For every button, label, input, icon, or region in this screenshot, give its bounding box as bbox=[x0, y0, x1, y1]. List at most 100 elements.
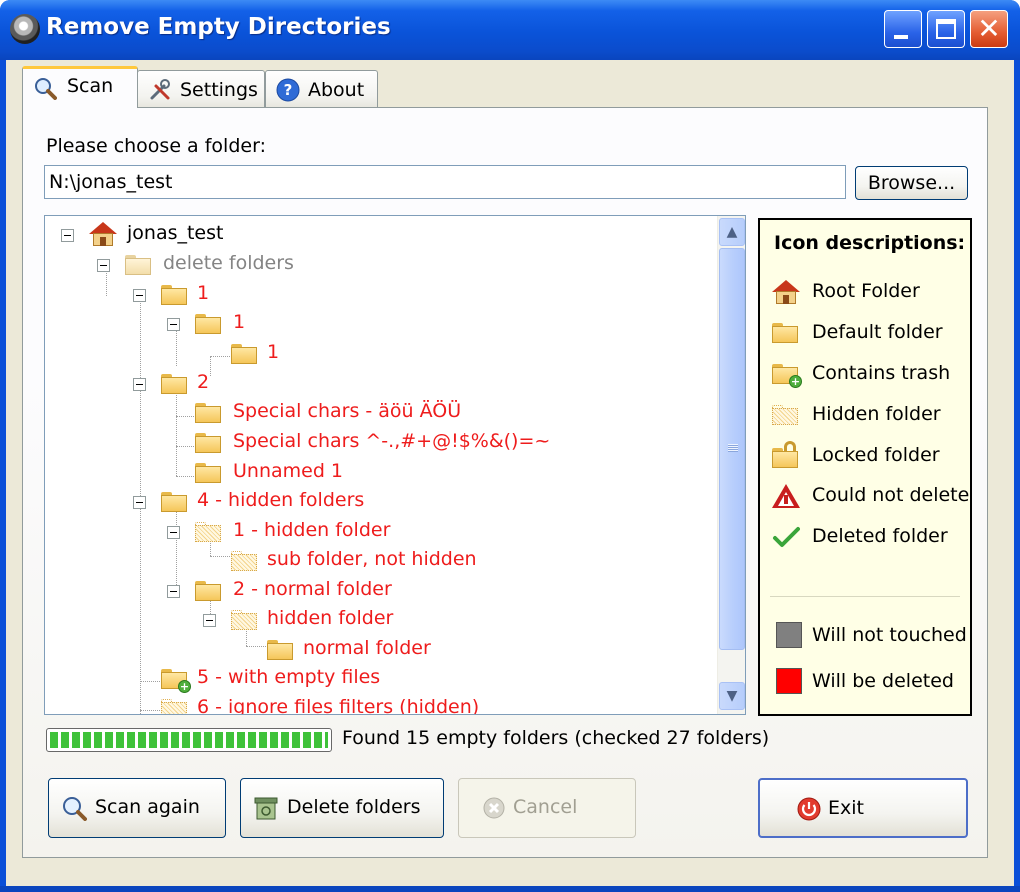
choose-folder-label: Please choose a folder: bbox=[46, 135, 266, 157]
tree-item[interactable]: Special chars ^-.,#+@!$%&()=~ bbox=[45, 428, 705, 458]
cancel-button[interactable]: Cancel bbox=[458, 778, 636, 838]
legend-color-label: Will be deleted bbox=[812, 670, 954, 692]
tree-item[interactable]: Unnamed 1 bbox=[45, 458, 705, 488]
locked-folder-icon bbox=[772, 441, 800, 468]
collapse-toggle[interactable] bbox=[203, 614, 216, 627]
client-area: Settings ? About Scan Please choose a fo… bbox=[6, 60, 1014, 886]
maximize-button[interactable] bbox=[927, 10, 965, 48]
tab-settings-label: Settings bbox=[180, 79, 258, 101]
scan-progress-bar bbox=[46, 728, 332, 752]
tree-item[interactable]: 2 - normal folder bbox=[45, 576, 705, 606]
folder-tree[interactable]: jonas_test delete folders 1 1 1 2 Specia… bbox=[44, 215, 746, 715]
trash-folder-icon: + bbox=[772, 362, 802, 388]
red-swatch bbox=[776, 668, 802, 694]
magnifier-icon bbox=[63, 797, 87, 821]
tab-about-label: About bbox=[308, 79, 365, 101]
tree-item-label: normal folder bbox=[303, 637, 431, 659]
tree-item-label: Special chars - äöü ÄÖÜ bbox=[233, 400, 462, 422]
tab-scan[interactable]: Scan bbox=[22, 66, 138, 108]
tree-item[interactable]: Special chars - äöü ÄÖÜ bbox=[45, 398, 705, 428]
tree-item-root[interactable]: jonas_test bbox=[45, 220, 705, 250]
tree-item[interactable]: delete folders bbox=[45, 250, 705, 280]
help-icon: ? bbox=[276, 78, 300, 102]
hidden-folder-icon bbox=[195, 522, 221, 542]
folder-path-input[interactable] bbox=[44, 165, 846, 199]
collapse-toggle[interactable] bbox=[133, 496, 146, 509]
tree-item[interactable]: sub folder, not hidden bbox=[45, 546, 705, 576]
collapse-toggle[interactable] bbox=[133, 289, 146, 302]
grey-swatch bbox=[776, 622, 802, 648]
tree-item[interactable]: hidden folder bbox=[45, 605, 705, 635]
delete-folders-button[interactable]: Delete folders bbox=[240, 778, 444, 838]
collapse-toggle[interactable] bbox=[167, 318, 180, 331]
tree-item-label: delete folders bbox=[163, 252, 294, 274]
scroll-thumb[interactable] bbox=[719, 248, 745, 650]
collapse-toggle[interactable] bbox=[133, 378, 146, 391]
folder-icon bbox=[195, 403, 221, 423]
tree-item-label: 2 bbox=[197, 371, 210, 393]
power-icon bbox=[797, 797, 821, 821]
window-title: Remove Empty Directories bbox=[46, 14, 391, 40]
root-folder-icon bbox=[89, 222, 117, 246]
maximize-icon bbox=[936, 19, 956, 39]
scroll-up-button[interactable]: ▲ bbox=[719, 218, 745, 246]
delete-folders-label: Delete folders bbox=[287, 796, 421, 818]
folder-icon bbox=[195, 433, 221, 453]
checkmark-icon bbox=[773, 527, 800, 547]
scan-again-button[interactable]: Scan again bbox=[48, 778, 226, 838]
progress-fill bbox=[50, 732, 328, 748]
tree-item[interactable]: 6 - ignore files filters (hidden) bbox=[45, 694, 705, 714]
minimize-button[interactable] bbox=[884, 10, 922, 48]
folder-icon bbox=[195, 314, 221, 334]
tree-item[interactable]: + 5 - with empty files bbox=[45, 664, 705, 694]
tree-item[interactable]: 1 - hidden folder bbox=[45, 517, 705, 547]
legend-item-label: Contains trash bbox=[812, 362, 951, 384]
tree-item[interactable]: 1 bbox=[45, 280, 705, 310]
cancel-label: Cancel bbox=[513, 796, 578, 818]
window-frame-bottom bbox=[0, 886, 1020, 892]
folder-icon bbox=[125, 255, 151, 275]
tree-item[interactable]: 1 bbox=[45, 309, 705, 339]
folder-icon bbox=[195, 463, 221, 483]
tree-item-label: 2 - normal folder bbox=[233, 578, 392, 600]
collapse-toggle[interactable] bbox=[167, 585, 180, 598]
folder-icon bbox=[161, 374, 187, 394]
grip-icon bbox=[728, 444, 738, 452]
legend-item-label: Root Folder bbox=[812, 280, 920, 302]
tools-icon bbox=[150, 79, 170, 100]
close-icon: ✕ bbox=[977, 12, 1001, 45]
exit-button[interactable]: Exit bbox=[758, 778, 968, 838]
root-folder-icon bbox=[772, 280, 800, 304]
browse-button[interactable]: Browse... bbox=[855, 166, 968, 200]
collapse-toggle[interactable] bbox=[97, 259, 110, 272]
legend-item-label: Hidden folder bbox=[812, 403, 941, 425]
hidden-folder-icon bbox=[772, 403, 800, 427]
tab-about[interactable]: ? About bbox=[265, 70, 378, 108]
tree-item[interactable]: 4 - hidden folders bbox=[45, 487, 705, 517]
exit-label: Exit bbox=[828, 797, 864, 819]
trash-bin-icon bbox=[254, 797, 278, 820]
folder-icon bbox=[267, 640, 293, 660]
close-button[interactable]: ✕ bbox=[970, 10, 1008, 48]
tree-item[interactable]: 2 bbox=[45, 369, 705, 399]
legend-divider bbox=[770, 596, 960, 597]
title-bar[interactable]: Remove Empty Directories ✕ bbox=[0, 0, 1020, 60]
tab-settings[interactable]: Settings bbox=[137, 70, 265, 108]
hidden-folder-icon bbox=[161, 699, 187, 714]
collapse-toggle[interactable] bbox=[167, 526, 180, 539]
folder-icon bbox=[161, 285, 187, 305]
hidden-folder-icon bbox=[231, 610, 257, 630]
tree-item-label: hidden folder bbox=[267, 607, 394, 629]
tree-item-label: Special chars ^-.,#+@!$%&()=~ bbox=[233, 430, 551, 452]
app-icon bbox=[10, 14, 40, 44]
tree-item[interactable]: 1 bbox=[45, 339, 705, 369]
folder-icon bbox=[161, 492, 187, 512]
scroll-down-button[interactable]: ▼ bbox=[719, 682, 745, 710]
legend-title: Icon descriptions: bbox=[774, 232, 966, 254]
tree-scrollbar[interactable]: ▲ ▼ bbox=[717, 216, 745, 714]
tree-item[interactable]: normal folder bbox=[45, 635, 705, 665]
app-window: Remove Empty Directories ✕ Settings ? Ab… bbox=[0, 0, 1020, 892]
collapse-toggle[interactable] bbox=[61, 229, 74, 242]
tree-item-label: jonas_test bbox=[127, 222, 224, 244]
chevron-down-icon: ▼ bbox=[726, 688, 738, 704]
